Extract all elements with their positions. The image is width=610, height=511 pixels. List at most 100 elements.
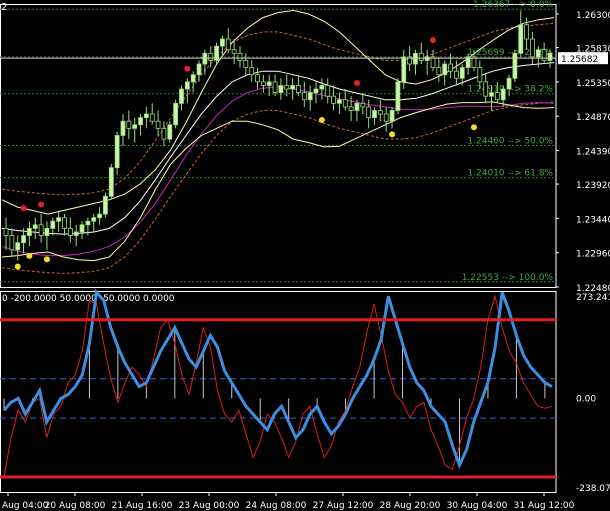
- candle-bull: [512, 52, 518, 79]
- fractal-up-marker: [20, 205, 27, 212]
- candle-bear: [9, 235, 15, 251]
- current-price-label: 1.25682: [561, 55, 598, 65]
- fractal-down-marker: [26, 252, 33, 259]
- candle-bull: [97, 213, 102, 219]
- fractal-up-marker: [38, 201, 45, 208]
- fibo-level-label: 1.24010 --> 61.8%: [467, 169, 553, 179]
- candle-bear: [348, 106, 354, 111]
- candle-bull: [442, 63, 448, 76]
- candle-bull: [290, 85, 296, 90]
- candle-bull: [179, 88, 184, 104]
- candle-bull: [114, 135, 120, 169]
- candle-bear: [237, 52, 243, 61]
- candle-bear: [161, 127, 167, 140]
- candle-bear: [296, 85, 301, 94]
- candle-bull: [173, 102, 179, 126]
- fibo-level-label: 1.26367 --> 0.0%: [473, 0, 553, 10]
- fractal-down-marker: [389, 131, 396, 138]
- candle-bull: [535, 49, 541, 58]
- candle-bull: [167, 124, 173, 140]
- candle-bull: [313, 88, 319, 94]
- candle-bull: [73, 231, 79, 236]
- cci-tick-label: -238.076: [576, 484, 610, 494]
- candle-bear: [477, 67, 483, 83]
- candle-bear: [541, 49, 547, 61]
- time-tick-label: 24 Aug 08:00: [246, 501, 307, 511]
- candle-bear: [260, 81, 266, 86]
- chart-background: [0, 0, 610, 511]
- candle-bear: [301, 92, 307, 101]
- candle-bear: [62, 217, 67, 229]
- price-tick-label: 1.23920: [576, 181, 610, 191]
- candle-bull: [26, 227, 32, 236]
- candle-bull: [120, 120, 126, 136]
- candle-bull: [518, 24, 524, 54]
- candle-bull: [389, 110, 395, 122]
- cci-tick-label: 273.241: [576, 293, 610, 303]
- candle-bear: [331, 95, 336, 104]
- price-tick-label: 1.24390: [576, 148, 610, 158]
- time-tick-label: 27 Aug 12:00: [313, 501, 374, 511]
- candle-bear: [418, 52, 424, 61]
- candle-bear: [454, 70, 459, 79]
- fractal-down-marker: [470, 124, 477, 131]
- candle-bull: [220, 38, 225, 47]
- time-tick-label: 20 Aug 08:00: [45, 501, 106, 511]
- candle-bull: [32, 224, 38, 229]
- candle-bull: [489, 92, 494, 97]
- candle-bear: [494, 92, 500, 101]
- price-tick-label: 1.22960: [576, 250, 610, 260]
- time-tick-label: 28 Aug 20:00: [380, 501, 441, 511]
- candle-bull: [395, 81, 401, 111]
- candle-bull: [413, 52, 418, 65]
- fractal-down-marker: [43, 256, 50, 263]
- candle-bull: [424, 56, 430, 61]
- candle-bull: [44, 227, 50, 236]
- candle-bear: [126, 120, 132, 129]
- candle-bull: [266, 81, 272, 86]
- candle-bear: [272, 81, 278, 94]
- candle-bear: [360, 102, 366, 108]
- candle-bear: [377, 110, 383, 115]
- candle-bull: [202, 52, 208, 65]
- candle-bull: [103, 195, 108, 215]
- candle-bear: [524, 24, 530, 40]
- chart-canvas[interactable]: 1.263001.258301.253501.248701.243901.239…: [0, 0, 610, 511]
- candle-bear: [249, 67, 255, 76]
- candle-bear: [448, 63, 453, 72]
- candle-bear: [255, 74, 260, 83]
- time-tick-label: Aug 04:00: [2, 501, 49, 511]
- candle-bear: [325, 85, 331, 97]
- candle-bear: [208, 52, 214, 61]
- time-tick-label: 21 Aug 16:00: [112, 501, 173, 511]
- candle-bear: [231, 49, 237, 54]
- fractal-up-marker: [184, 65, 191, 72]
- candle-bull: [506, 77, 512, 90]
- candle-bull: [547, 52, 553, 61]
- price-tick-label: 1.26300: [576, 11, 610, 21]
- candle-bull: [354, 102, 360, 111]
- candle-bull: [190, 74, 196, 83]
- candle-bull: [15, 242, 21, 251]
- candle-bull: [138, 117, 143, 126]
- time-tick-label: 30 Aug 04:00: [447, 501, 508, 511]
- time-tick-label: 31 Aug 12:00: [514, 501, 575, 511]
- candle-bear: [3, 227, 9, 236]
- candle-bull: [401, 56, 407, 83]
- candle-bull: [278, 85, 284, 94]
- candle-bull: [307, 92, 313, 101]
- fractal-up-marker: [353, 80, 360, 87]
- candle-bull: [372, 110, 377, 119]
- candle-bull: [79, 224, 85, 233]
- candle-bear: [383, 113, 389, 122]
- candle-bear: [530, 38, 535, 58]
- candle-bull: [459, 67, 465, 79]
- candle-bull: [91, 217, 97, 222]
- fractal-down-marker: [318, 117, 325, 124]
- candle-bull: [56, 217, 62, 222]
- candle-bull: [196, 63, 202, 76]
- price-tick-label: 1.24870: [576, 113, 610, 123]
- price-tick-label: 1.23440: [576, 215, 610, 225]
- candle-bear: [38, 224, 44, 236]
- time-tick-label: 23 Aug 00:00: [179, 501, 240, 511]
